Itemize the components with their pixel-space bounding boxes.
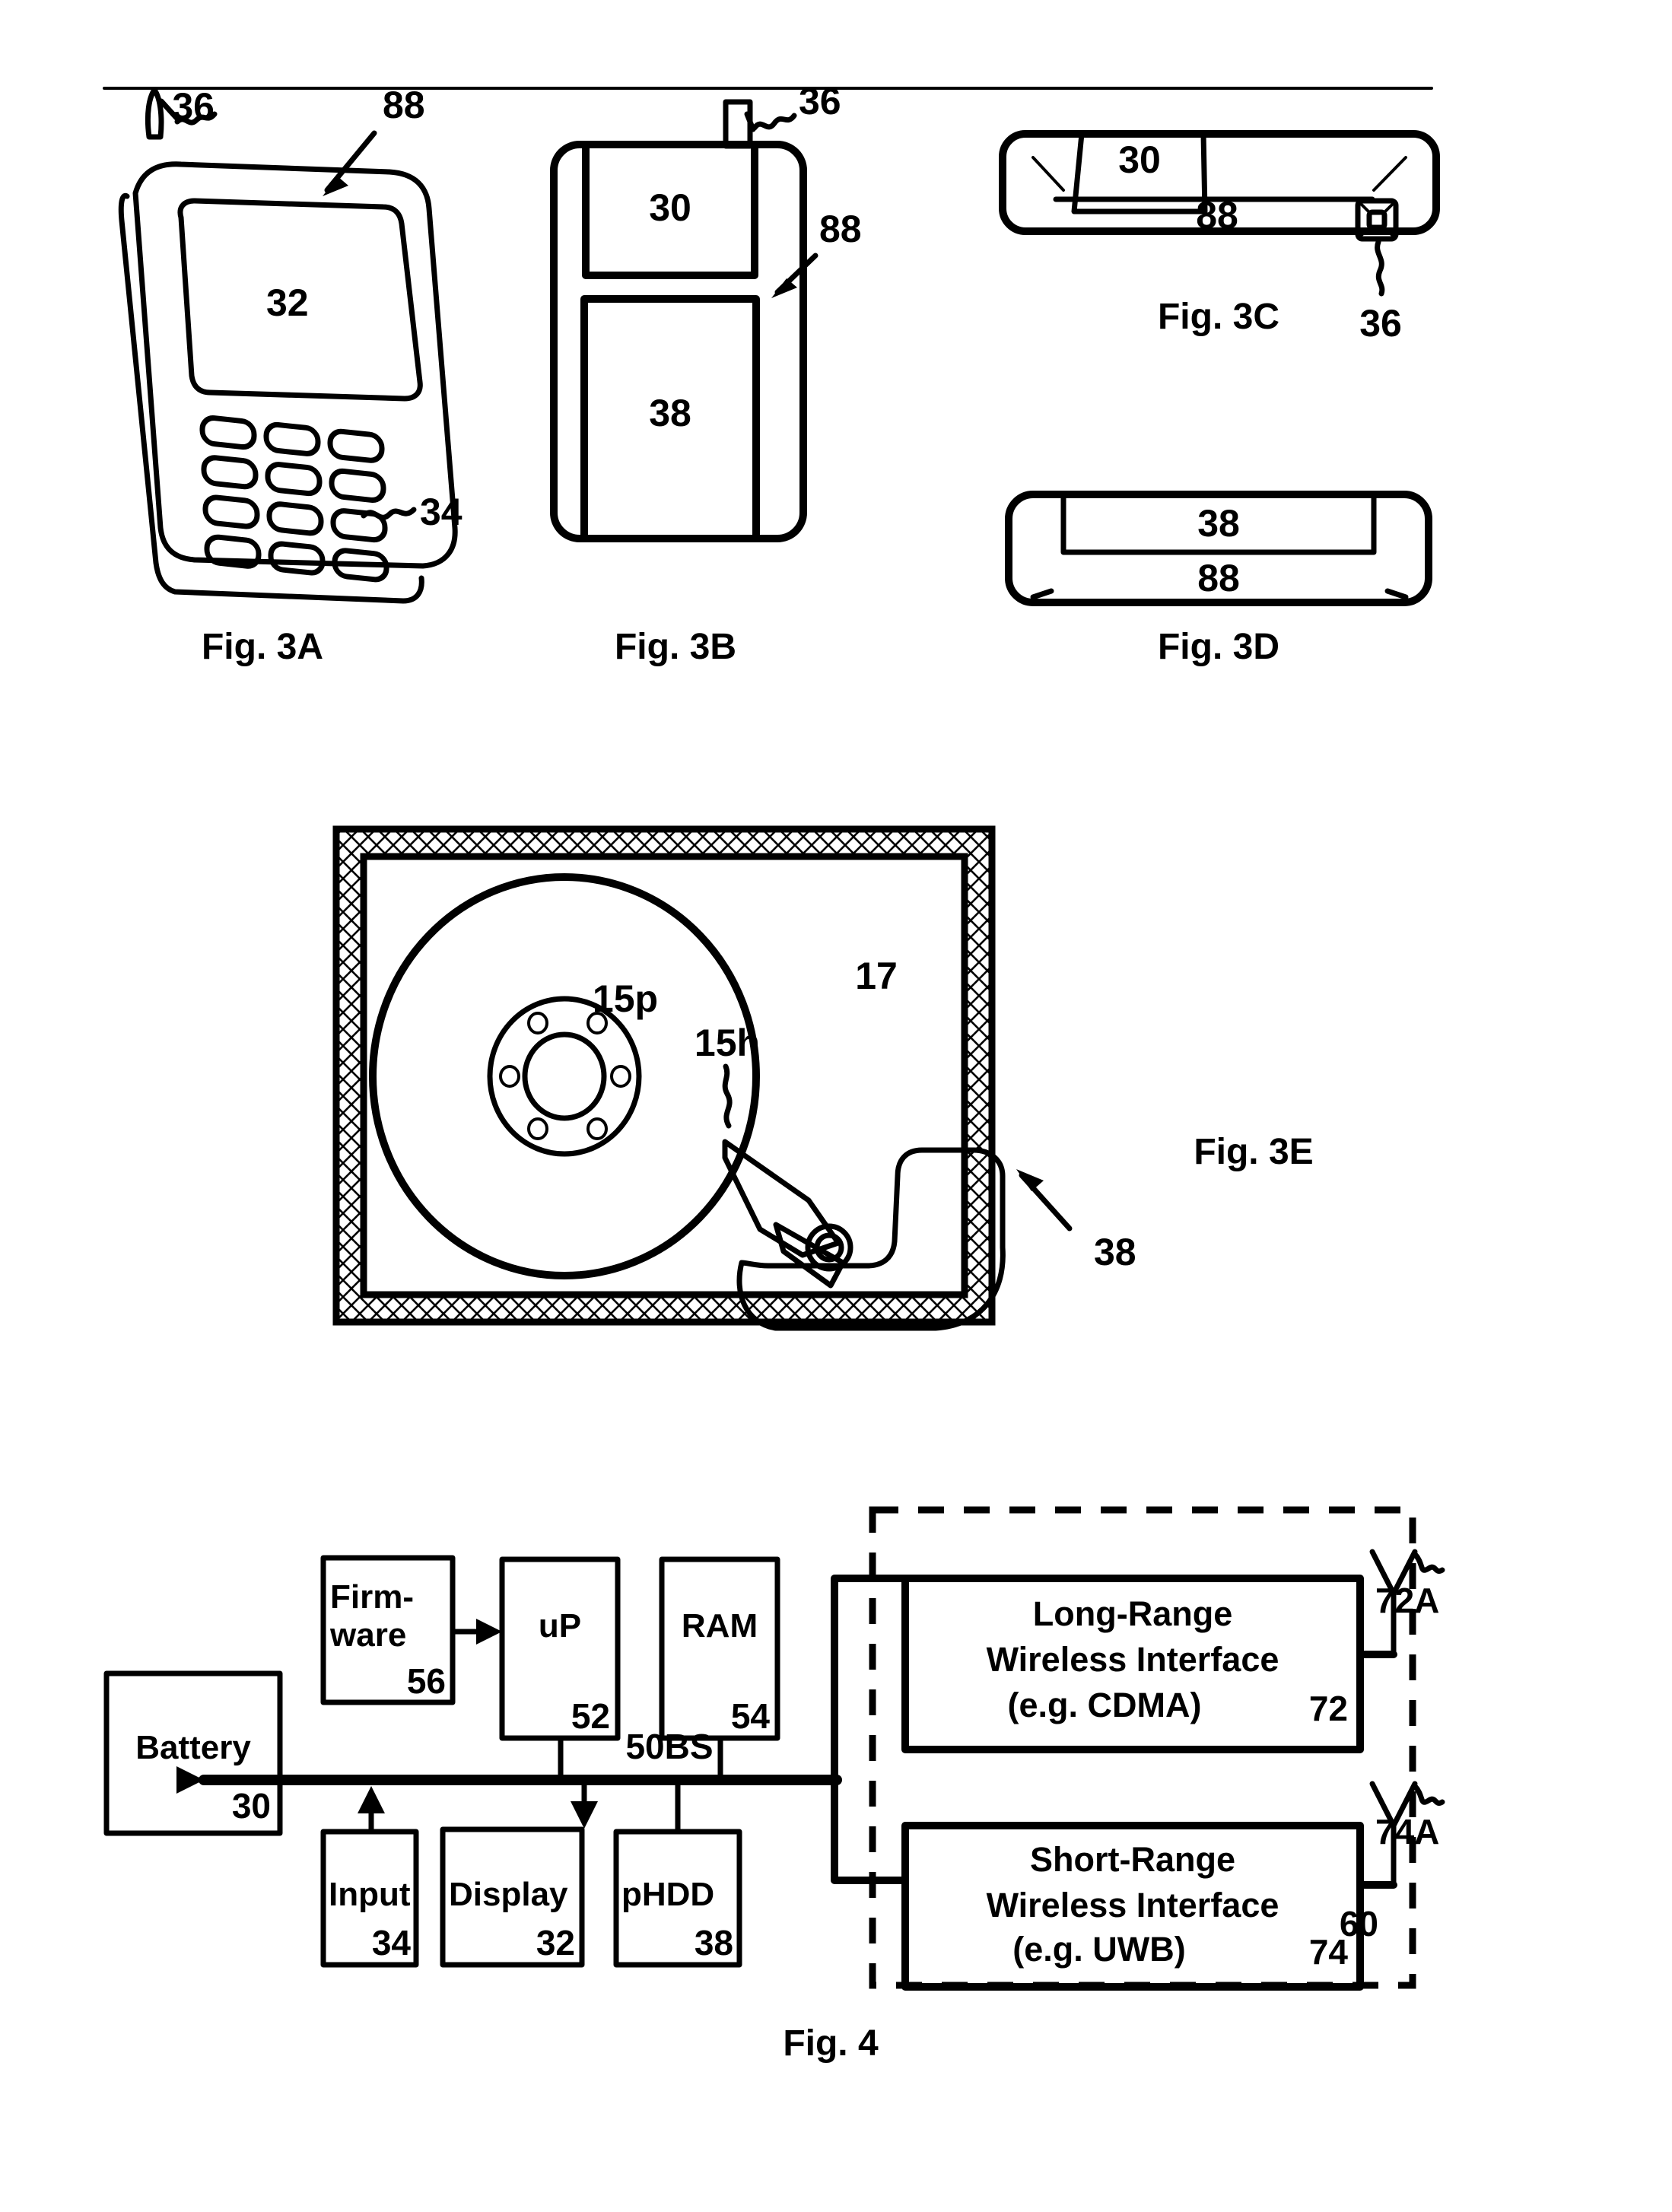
ref-30-label-fig3c: 30 (1118, 138, 1161, 181)
ref-15h-label: 15h (695, 1022, 760, 1064)
block-input-num: 34 (372, 1923, 412, 1963)
figure-caption-3a: Fig. 3A (202, 627, 323, 667)
ref-88-label-fig3c: 88 (1196, 194, 1238, 237)
long-range-label-line2: Wireless Interface (987, 1640, 1279, 1679)
leader-15h (722, 1063, 733, 1129)
ref-36-label-fig3c: 36 (1359, 302, 1402, 345)
block-firmware-label-line1: Firm- (330, 1578, 414, 1616)
figure-caption-3c: Fig. 3C (1158, 297, 1279, 337)
ref-34-label-fig3a: 34 (420, 491, 463, 533)
block-phdd-label: pHDD (621, 1876, 714, 1913)
ref-74A-label: 74A (1375, 1812, 1439, 1851)
ref-30-label-fig3b: 30 (649, 186, 691, 229)
short-range-label-line2: Wireless Interface (987, 1886, 1279, 1924)
figure-caption-3b: Fig. 3B (615, 627, 736, 667)
block-phdd-num: 38 (695, 1923, 733, 1963)
block-firmware-num: 56 (407, 1661, 446, 1701)
block-ram-label: RAM (682, 1607, 758, 1645)
ref-38-label-fig3d: 38 (1197, 502, 1240, 545)
block-short-range-num: 74 (1309, 1932, 1349, 1972)
bus-label-50BS: 50BS (625, 1727, 713, 1766)
ref-36-label-fig3b: 36 (799, 80, 841, 122)
figure-caption-3d: Fig. 3D (1158, 627, 1279, 667)
drawing-canvas: 36 88 32 34 Fig. 3A 36 30 38 88 Fig. 3B … (0, 0, 1672, 2212)
ref-17-label: 17 (855, 955, 898, 997)
ref-88-label-fig3b: 88 (819, 208, 862, 250)
ref-32-label-fig3a: 32 (266, 281, 309, 324)
ref-36-label-fig3a: 36 (172, 85, 215, 128)
block-long-range-num: 72 (1309, 1689, 1348, 1728)
block-microprocessor-num: 52 (571, 1696, 610, 1736)
block-microprocessor-label: uP (539, 1607, 581, 1645)
ref-72A-label: 72A (1375, 1581, 1439, 1620)
long-range-label-line1: Long-Range (1033, 1594, 1232, 1633)
ref-88-label-fig3d: 88 (1197, 557, 1240, 599)
block-firmware-label-line2: ware (329, 1616, 406, 1654)
drive-enclosure-interior (360, 853, 968, 1298)
short-range-label-line3: (e.g. UWB) (1012, 1930, 1185, 1969)
block-input-label: Input (329, 1876, 411, 1913)
short-range-label-line1: Short-Range (1030, 1840, 1235, 1879)
block-display-label: Display (449, 1876, 568, 1913)
long-range-label-line3: (e.g. CDMA) (1008, 1686, 1202, 1724)
ref-38-label-fig3e: 38 (1094, 1231, 1136, 1273)
block-display-num: 32 (536, 1923, 575, 1963)
block-battery-num: 30 (232, 1786, 271, 1826)
block-battery-label: Battery (135, 1729, 251, 1766)
ref-88-label-fig3a: 88 (383, 84, 425, 126)
block-ram-num: 54 (731, 1696, 771, 1736)
figure-caption-3e: Fig. 3E (1194, 1132, 1313, 1172)
ref-15p-label: 15p (593, 977, 658, 1020)
ref-38-label-fig3b: 38 (649, 392, 691, 434)
figure-caption-4: Fig. 4 (783, 2023, 879, 2064)
patent-drawing-sheet: 36 88 32 34 Fig. 3A 36 30 38 88 Fig. 3B … (0, 0, 1672, 2212)
